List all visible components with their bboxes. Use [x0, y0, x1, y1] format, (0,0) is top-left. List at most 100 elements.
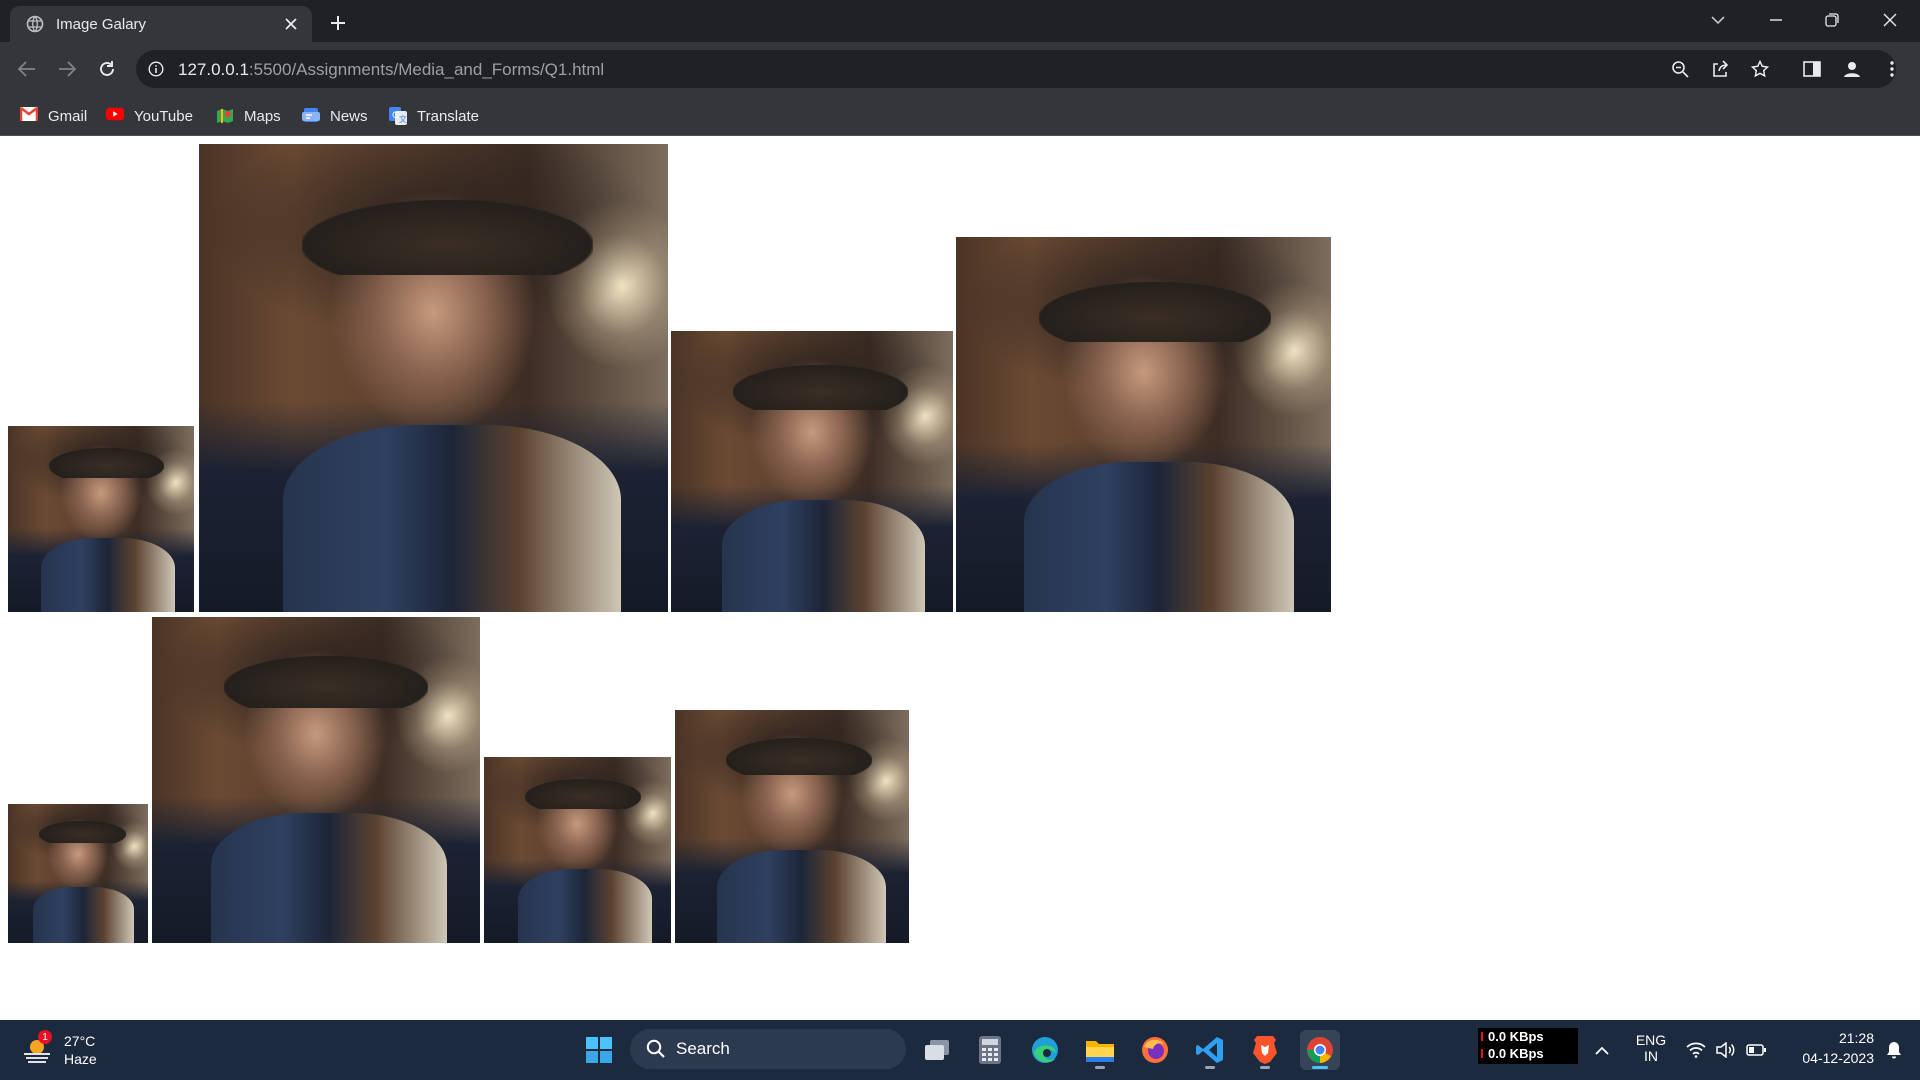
- youtube-icon: [106, 107, 124, 125]
- brave-icon[interactable]: [1245, 1030, 1285, 1070]
- gallery-image: [675, 710, 909, 943]
- address-bar[interactable]: 127.0.0.1:5500/Assignments/Media_and_For…: [136, 50, 1896, 88]
- taskbar: 1 27°C Haze Search 0.0 KBps 0.0 KBps ENG…: [0, 1020, 1920, 1080]
- running-indicator: [1260, 1066, 1270, 1069]
- bookmark-star-icon[interactable]: [1744, 53, 1776, 85]
- gallery-image-hat: [525, 779, 642, 810]
- news-icon: [302, 107, 320, 125]
- menu-kebab-icon[interactable]: [1876, 53, 1908, 85]
- new-tab-button[interactable]: [325, 10, 351, 36]
- gallery-image: [956, 237, 1331, 612]
- url-host: 127.0.0.1: [178, 60, 249, 79]
- gallery-image-vest: [33, 887, 134, 943]
- gallery-image: [671, 331, 953, 612]
- chevron-up-icon[interactable]: [1582, 1030, 1622, 1070]
- site-info-icon[interactable]: [148, 61, 164, 77]
- bookmark-maps[interactable]: Maps: [216, 104, 281, 128]
- gallery-image-vest: [211, 812, 448, 943]
- translate-icon: G文: [389, 107, 407, 125]
- gallery-image: [484, 757, 671, 943]
- search-label: Search: [676, 1039, 730, 1058]
- browser-toolbar: 127.0.0.1:5500/Assignments/Media_and_For…: [0, 42, 1920, 96]
- bookmark-label: YouTube: [134, 107, 193, 125]
- weather-temp: 27°C: [64, 1033, 96, 1049]
- download-speed: 0.0 KBps: [1478, 1045, 1578, 1062]
- clock[interactable]: 21:28 04-12-2023: [1780, 1030, 1874, 1066]
- gallery-image-hat: [726, 737, 872, 776]
- weather-badge: 1: [38, 1030, 52, 1044]
- edge-icon[interactable]: [1025, 1030, 1065, 1070]
- clock-time: 21:28: [1838, 1030, 1874, 1046]
- running-indicator: [1095, 1066, 1105, 1069]
- gallery-image-vest: [1023, 462, 1294, 612]
- taskbar-search[interactable]: Search: [630, 1029, 906, 1069]
- search-icon: [646, 1039, 665, 1058]
- task-view-icon[interactable]: [917, 1030, 957, 1070]
- gallery-image-hat: [224, 656, 428, 709]
- forward-arrow-icon[interactable]: [51, 53, 83, 85]
- gallery-image: [199, 144, 668, 612]
- minimize-icon[interactable]: [1754, 6, 1798, 34]
- bookmark-translate[interactable]: G文 Translate: [389, 104, 479, 128]
- share-icon[interactable]: [1704, 53, 1736, 85]
- gallery-image-vest: [283, 424, 622, 612]
- windows-start-icon[interactable]: [579, 1030, 619, 1070]
- notification-bell-icon[interactable]: [1876, 1030, 1912, 1070]
- vscode-icon[interactable]: [1190, 1030, 1230, 1070]
- tab-title: Image Galary: [56, 15, 147, 33]
- gmail-icon: [20, 107, 38, 125]
- clock-date: 04-12-2023: [1802, 1050, 1874, 1066]
- side-panel-icon[interactable]: [1796, 53, 1828, 85]
- weather-widget[interactable]: 1 27°C Haze: [22, 1030, 142, 1070]
- gallery-image-hat: [48, 448, 165, 479]
- bookmark-label: Maps: [244, 107, 281, 125]
- reload-icon[interactable]: [91, 53, 123, 85]
- gallery-image-vest: [717, 849, 886, 943]
- gallery-image-hat: [38, 820, 126, 843]
- browser-tab[interactable]: Image Galary: [10, 6, 312, 42]
- language-line1: ENG: [1635, 1032, 1667, 1048]
- calculator-icon[interactable]: [970, 1030, 1010, 1070]
- page-content: [0, 136, 1920, 1020]
- gallery-image-hat: [733, 364, 908, 410]
- file-explorer-icon[interactable]: [1080, 1030, 1120, 1070]
- back-arrow-icon[interactable]: [11, 53, 43, 85]
- zoom-icon[interactable]: [1664, 53, 1696, 85]
- network-speed-meter: 0.0 KBps 0.0 KBps: [1478, 1028, 1578, 1064]
- bookmark-gmail[interactable]: Gmail: [20, 104, 87, 128]
- globe-icon: [26, 15, 44, 33]
- running-indicator: [1205, 1066, 1215, 1069]
- restore-icon[interactable]: [1810, 6, 1854, 34]
- bookmark-label: Translate: [417, 107, 479, 125]
- gallery-image-vest: [517, 868, 653, 943]
- battery-icon[interactable]: [1738, 1030, 1774, 1070]
- svg-text:文: 文: [399, 114, 407, 124]
- gallery-image: [152, 617, 480, 943]
- bookmark-youtube[interactable]: YouTube: [106, 104, 193, 128]
- bookmark-label: News: [330, 107, 368, 125]
- gallery-image-hat: [1038, 282, 1271, 342]
- maps-icon: [216, 107, 234, 125]
- bookmark-label: Gmail: [48, 107, 88, 125]
- firefox-icon[interactable]: [1135, 1030, 1175, 1070]
- bookmark-news[interactable]: News: [302, 104, 368, 128]
- active-indicator: [1312, 1066, 1328, 1069]
- close-window-icon[interactable]: [1868, 6, 1912, 34]
- tab-search-icon[interactable]: [1696, 6, 1740, 34]
- weather-desc: Haze: [64, 1051, 97, 1067]
- gallery-image: [8, 426, 194, 612]
- bookmarks-bar: Gmail YouTube Maps News G文 Translate: [0, 96, 1920, 136]
- url-text: 127.0.0.1:5500/Assignments/Media_and_For…: [178, 60, 604, 80]
- gallery-image-vest: [41, 537, 176, 612]
- language-indicator[interactable]: ENG IN: [1626, 1032, 1676, 1064]
- svg-text:G: G: [392, 111, 399, 121]
- chrome-icon[interactable]: [1300, 1030, 1340, 1070]
- gallery-image-hat: [302, 200, 593, 276]
- gallery-image-vest: [721, 499, 925, 612]
- close-tab-icon[interactable]: [280, 13, 302, 35]
- gallery-image: [8, 804, 148, 943]
- url-path: :5500/Assignments/Media_and_Forms/Q1.htm…: [248, 60, 605, 79]
- browser-titlebar: Image Galary: [0, 0, 1920, 42]
- profile-icon[interactable]: [1836, 53, 1868, 85]
- language-line2: IN: [1644, 1048, 1658, 1064]
